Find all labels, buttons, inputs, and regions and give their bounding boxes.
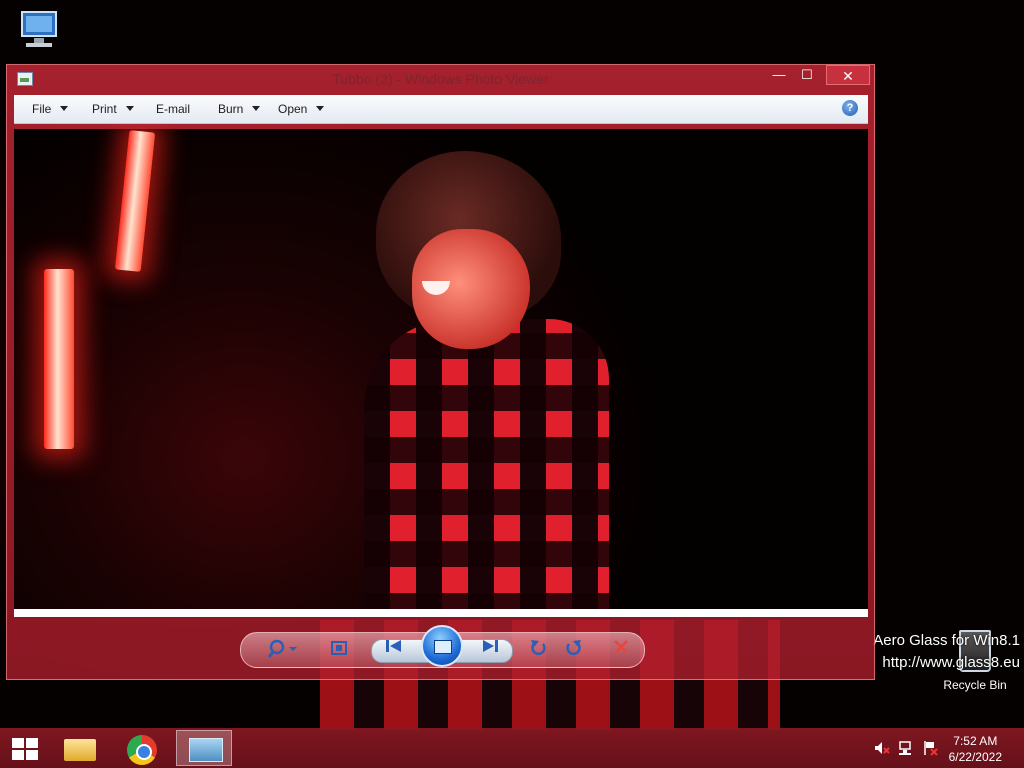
actual-size-button[interactable] (325, 638, 353, 662)
chrome-icon (127, 735, 157, 765)
chevron-down-icon (316, 106, 325, 111)
title-bar[interactable]: Tubbo (2) - Windows Photo Viewer — ☐ ✕ (7, 65, 874, 93)
menu-print-label: Print (92, 102, 117, 116)
photo-viewer-icon (189, 738, 223, 762)
previous-button[interactable] (379, 638, 409, 662)
taskbar-file-explorer[interactable] (52, 730, 108, 766)
rotate-clockwise-icon (566, 640, 581, 656)
slideshow-button[interactable] (421, 625, 463, 667)
previous-icon (386, 640, 401, 652)
window-title: Tubbo (2) - Windows Photo Viewer (332, 71, 549, 87)
photo-viewer-window[interactable]: Tubbo (2) - Windows Photo Viewer — ☐ ✕ F… (6, 64, 875, 680)
maximize-button[interactable]: ☐ (792, 65, 822, 85)
system-clock[interactable]: 7:52 AM 6/22/2022 (949, 733, 1002, 765)
recycle-bin-label: Recycle Bin (943, 678, 1007, 692)
menu-open[interactable]: Open (278, 102, 325, 116)
this-pc-desktop-icon[interactable] (14, 8, 64, 58)
folder-icon (64, 739, 96, 761)
menu-file[interactable]: File (32, 102, 69, 116)
photo-led-light-left (44, 269, 74, 449)
menu-file-label: File (32, 102, 52, 116)
next-button[interactable] (475, 638, 505, 662)
minimize-button[interactable]: — (764, 65, 794, 85)
menu-burn[interactable]: Burn (218, 102, 261, 116)
network-icon[interactable] (898, 740, 914, 759)
magnifier-icon (267, 639, 297, 658)
menu-email-label: E-mail (156, 102, 191, 116)
watermark-line-1: Aero Glass for Win8.1 (873, 632, 1020, 649)
actual-size-icon (331, 641, 347, 655)
action-center-flag-icon[interactable] (922, 740, 938, 759)
rotate-counterclockwise-button[interactable] (525, 638, 553, 662)
taskbar: 7:52 AM 6/22/2022 (0, 728, 1024, 768)
computer-icon (21, 11, 57, 47)
close-button[interactable]: ✕ (826, 65, 870, 85)
menu-open-label: Open (278, 102, 308, 116)
chevron-down-icon (60, 106, 69, 111)
displayed-photo (14, 129, 868, 609)
viewer-control-bar (240, 625, 645, 668)
help-icon[interactable]: ? (842, 100, 858, 116)
zoom-button[interactable] (265, 638, 301, 662)
slideshow-icon (434, 640, 452, 654)
chevron-down-icon (252, 106, 261, 111)
watermark-line-2: http://www.glass8.eu (882, 654, 1020, 671)
aero-glass-watermark: Aero Glass for Win8.1 http://www.glass8.… (873, 630, 1020, 674)
delete-button[interactable] (607, 638, 635, 662)
menu-burn-label: Burn (218, 102, 244, 116)
volume-muted-icon[interactable] (874, 740, 890, 759)
rotate-clockwise-button[interactable] (559, 638, 587, 662)
menu-bar: File Print E-mail Burn Open ? (14, 95, 868, 124)
photo-plaid-shirt (364, 319, 609, 609)
delete-icon (614, 640, 628, 654)
menu-email[interactable]: E-mail (156, 102, 190, 116)
next-icon (483, 640, 498, 652)
photo-led-light-right (114, 130, 156, 272)
chevron-down-icon (125, 106, 134, 111)
clock-date: 6/22/2022 (948, 750, 1002, 764)
taskbar-chrome[interactable] (114, 730, 170, 766)
start-button[interactable] (10, 736, 40, 760)
taskbar-photo-viewer[interactable] (176, 730, 232, 766)
menu-print[interactable]: Print (92, 102, 134, 116)
image-viewport[interactable] (14, 129, 868, 617)
rotate-counterclockwise-icon (531, 640, 546, 656)
clock-time: 7:52 AM (953, 734, 998, 748)
